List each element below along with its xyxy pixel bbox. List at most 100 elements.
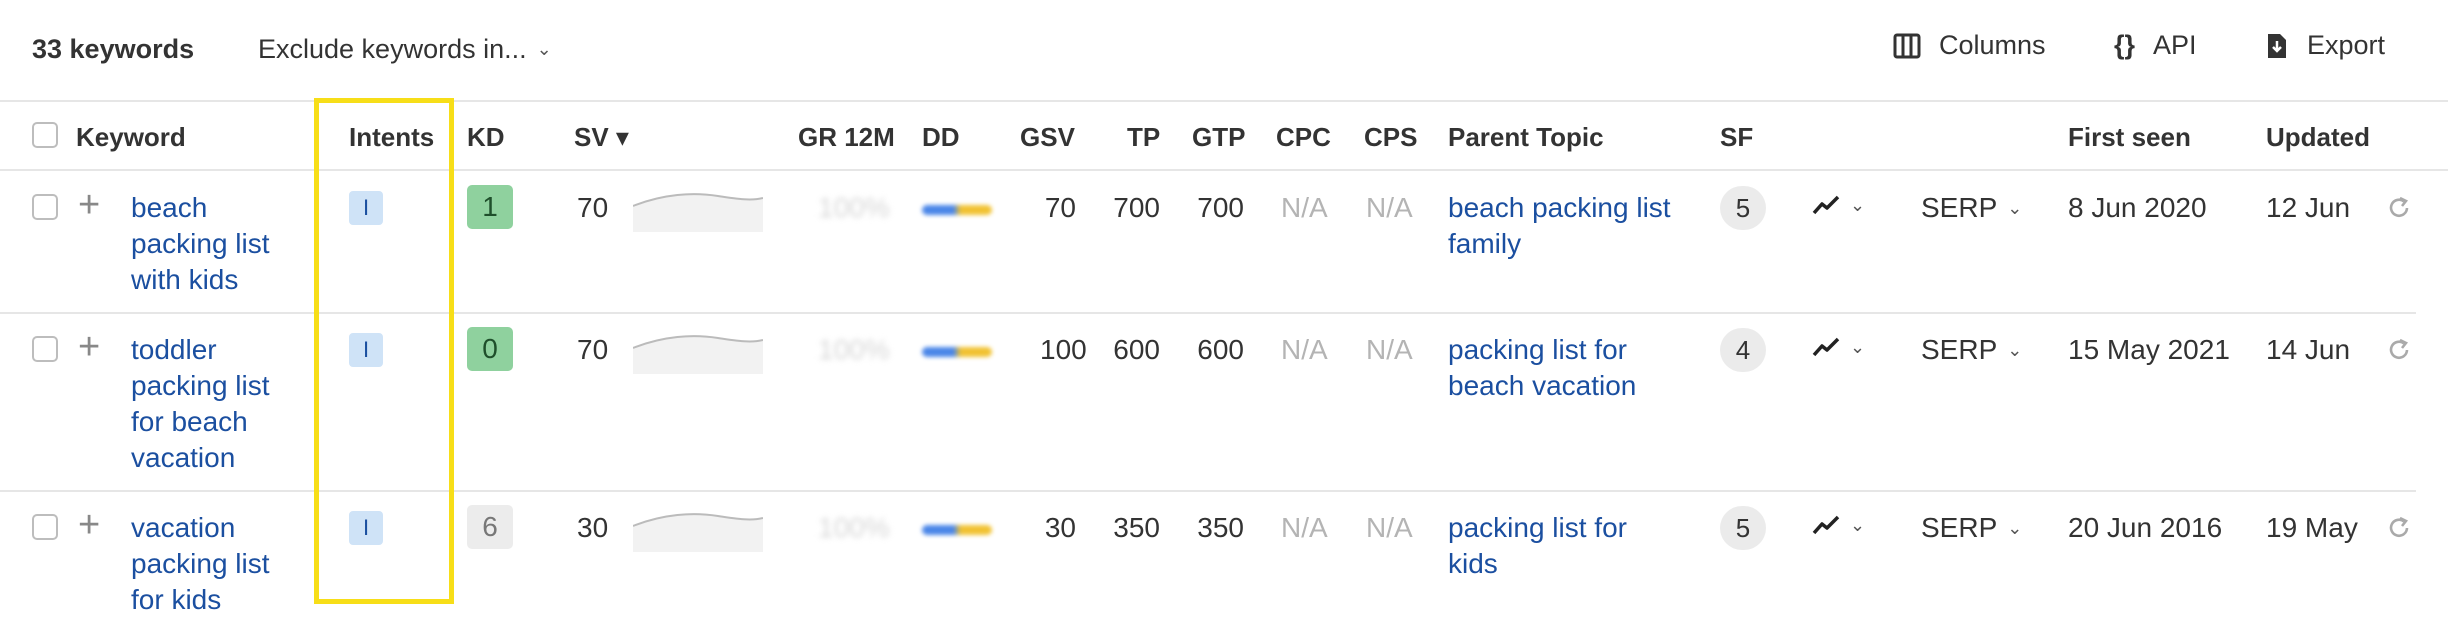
add-to-list-icon[interactable]: + [78,328,100,366]
keyword-link[interactable]: vacation packing list for kids [131,510,270,618]
chevron-down-icon: ⌄ [2007,517,2023,538]
row-checkbox[interactable] [32,514,58,540]
exclude-keywords-dropdown[interactable]: Exclude keywords in... ⌄ [258,34,552,65]
chevron-down-icon: ⌄ [536,39,552,59]
exclude-keywords-label: Exclude keywords in... [258,34,527,64]
cps-value: N/A [1366,512,1413,543]
first-seen-date: 15 May 2021 [2068,334,2230,365]
gtp-value: 700 [1197,192,1244,223]
add-to-list-icon[interactable]: + [78,506,100,544]
serp-label: SERP [1921,512,1998,543]
sort-desc-icon: ▾ [615,122,629,152]
header-intents[interactable]: Intents [349,122,434,153]
keyword-link-line: with kids [131,264,239,295]
header-first-seen[interactable]: First seen [2068,122,2191,153]
columns-icon [1893,33,1921,58]
parent-topic-line: kids [1448,548,1498,579]
header-divider [0,169,2448,171]
sv-trend-sparkline [633,193,763,232]
keyword-link-line: vacation [131,442,236,473]
keyword-link-line: packing list [131,548,270,579]
serp-features-count[interactable]: 5 [1720,506,1766,550]
trend-icon [1812,195,1840,215]
row-checkbox[interactable] [32,336,58,362]
keyword-link[interactable]: toddler packing list for beach vacation [131,332,270,476]
header-sf[interactable]: SF [1720,122,1753,153]
updated-date: 14 Jun [2266,334,2351,365]
cpc-value: N/A [1281,512,1328,543]
header-updated[interactable]: Updated [2266,122,2370,153]
updated-date: 19 May [2266,512,2358,543]
row-divider [0,490,2416,492]
header-gtp[interactable]: GTP [1192,122,1245,153]
refresh-icon[interactable] [2385,514,2413,542]
header-gsv[interactable]: GSV [1020,122,1075,153]
gr12m-value: 100% [818,192,890,223]
refresh-icon[interactable] [2385,336,2413,364]
keyword-count: 33 keywords [32,34,195,64]
trend-dropdown[interactable]: ⌄ [1812,336,1865,358]
row-divider [0,312,2416,314]
header-tp[interactable]: TP [1127,122,1160,153]
serp-features-count[interactable]: 5 [1720,186,1766,230]
first-seen-date: 20 Jun 2016 [2068,512,2223,543]
chevron-down-icon: ⌄ [1850,194,1866,215]
header-cps[interactable]: CPS [1364,122,1417,153]
intent-badge: I [349,333,383,367]
export-button[interactable]: Export [2265,30,2385,61]
keyword-link-line: packing list [131,228,270,259]
keyword-link-line: for kids [131,584,222,615]
cps-value: N/A [1366,334,1413,365]
header-cpc[interactable]: CPC [1276,122,1331,153]
serp-dropdown[interactable]: SERP ⌄ [1921,512,2022,544]
serp-dropdown[interactable]: SERP ⌄ [1921,192,2022,224]
row-checkbox[interactable] [32,194,58,220]
tp-value: 700 [1113,192,1160,223]
columns-button[interactable]: Columns [1893,30,2046,61]
parent-topic-line: beach packing list [1448,192,1671,223]
header-kd[interactable]: KD [467,122,505,153]
keyword-link-line: beach [131,192,208,223]
parent-topic-line: packing list for [1448,334,1627,365]
header-sv-label: SV [574,122,609,152]
parent-topic-link[interactable]: beach packing list family [1448,190,1671,262]
header-dd[interactable]: DD [922,122,960,153]
chevron-down-icon: ⌄ [1850,514,1866,535]
trend-dropdown[interactable]: ⌄ [1812,514,1865,536]
parent-topic-link[interactable]: packing list for kids [1448,510,1627,582]
header-gr12m[interactable]: GR 12M [798,122,895,153]
export-icon [2268,33,2286,58]
trend-icon [1812,337,1840,357]
parent-topic-line: beach vacation [1448,370,1637,401]
refresh-icon[interactable] [2385,194,2413,222]
gsv-value: 70 [1044,192,1076,223]
intent-badge: I [349,511,383,545]
header-sv[interactable]: SV ▾ [574,122,629,153]
chevron-down-icon: ⌄ [2007,339,2023,360]
parent-topic-line: family [1448,228,1522,259]
chevron-down-icon: ⌄ [1850,336,1866,357]
api-button[interactable]: {} API [2114,30,2197,61]
header-keyword[interactable]: Keyword [76,122,186,153]
parent-topic-link[interactable]: packing list for beach vacation [1448,332,1636,404]
serp-dropdown[interactable]: SERP ⌄ [1921,334,2022,366]
dd-bar [922,205,992,215]
add-to-list-icon[interactable]: + [78,186,100,224]
code-braces-icon: {} [2114,30,2136,60]
gtp-value: 600 [1197,334,1244,365]
api-label: API [2153,30,2197,60]
trend-dropdown[interactable]: ⌄ [1812,194,1865,216]
header-parent-topic[interactable]: Parent Topic [1448,122,1604,153]
parent-topic-line: packing list for [1448,512,1627,543]
serp-label: SERP [1921,192,1998,223]
tp-value: 350 [1113,512,1160,543]
select-all-checkbox[interactable] [32,122,58,148]
intent-badge: I [349,191,383,225]
keyword-link-line: toddler [131,334,217,365]
dd-bar [922,347,992,357]
gtp-value: 350 [1197,512,1244,543]
serp-features-count[interactable]: 4 [1720,328,1766,372]
cpc-value: N/A [1281,192,1328,223]
trend-icon [1812,515,1840,535]
keyword-link[interactable]: beach packing list with kids [131,190,270,298]
